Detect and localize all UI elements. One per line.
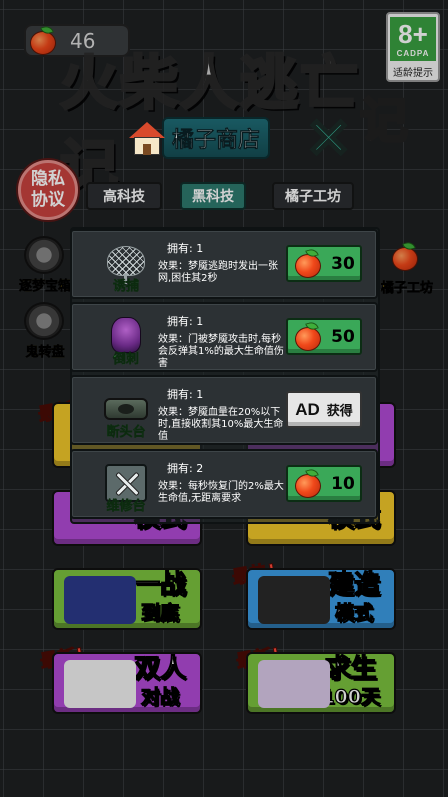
watch-ad-button[interactable]: AD 获得 [286, 391, 362, 428]
shop-item-guillotine: 断头台 拥有: 1 效果：梦魇血量在20%以下时,直接收割其10%最大生命值 A… [70, 375, 378, 445]
mode-button-two-player[interactable]: 双人 对战 [52, 652, 202, 714]
mode-button-build[interactable]: 建造 模式 [246, 568, 396, 630]
shop-item-desc: 效果：每秒恢复门的2%最大生命值,无距离要求 [158, 481, 284, 504]
shop-item-name: 维修台 [106, 499, 146, 515]
mode-art [258, 660, 330, 708]
price: 50 [331, 326, 355, 347]
shop-item-name: 诱捕 [112, 279, 140, 295]
shop-item-desc: 效果：梦魇逃跑时发出一张网,困住其2秒 [158, 261, 278, 284]
buy-button[interactable]: 10 [286, 465, 362, 502]
shop-title: 橘子商店 [162, 117, 271, 159]
shop-item-repair-station: 维修台 拥有: 2 效果：每秒恢复门的2%最大生命值,无距离要求 10 [70, 449, 378, 519]
shop-item-trap: 诱捕 拥有: 1 效果：梦魇逃跑时发出一张网,困住其2秒 30 [70, 229, 378, 299]
privacy-policy-button[interactable]: 隐私 协议 [18, 160, 78, 220]
mode-label: 双人 对战 [133, 654, 186, 708]
shop-item-owned: 拥有: 2 [167, 462, 204, 475]
logo-x-mark: ✕ [304, 109, 352, 169]
side-item-label: 橘子工坊 [380, 281, 434, 297]
shop-item-desc: 效果：门被梦魇攻击时,每秒会反弹其1%的最大生命值伤害 [158, 334, 284, 369]
shop-banner: 橘子商店 [128, 116, 298, 160]
mode-label: 建造 模式 [327, 570, 380, 624]
shop-item-owned: 拥有: 1 [167, 242, 204, 255]
ad-action-label: 获得 [326, 404, 353, 419]
tab-orange-workshop[interactable]: 橘子工坊 [272, 182, 354, 210]
mode-art [64, 660, 136, 708]
shop-item-name: 断头台 [106, 425, 146, 441]
buy-button[interactable]: 50 [286, 318, 362, 355]
dream-chest-icon [24, 236, 64, 274]
buy-button[interactable]: 30 [286, 245, 362, 282]
orange-icon [390, 240, 420, 272]
ad-label: AD [295, 399, 320, 419]
tab-black-tech[interactable]: 黑科技 [180, 182, 246, 210]
price: 30 [331, 253, 355, 274]
tab-high-tech[interactable]: 高科技 [86, 182, 162, 210]
shop-house-icon [128, 119, 166, 157]
orange-icon [293, 247, 323, 279]
shop-item-desc: 效果：梦魇血量在20%以下时,直接收割其10%最大生命值 [158, 407, 284, 442]
logo-flourish: 记 [358, 95, 409, 148]
mode-label: 一战 到底 [133, 570, 186, 624]
mode-button-fight-to-end[interactable]: 一战 到底 [52, 568, 202, 630]
mode-art [64, 576, 136, 624]
shop-item-name: 倒刺 [112, 352, 140, 368]
orange-icon [293, 467, 323, 499]
shop-item-barb: 倒刺 拥有: 1 效果：门被梦魇攻击时,每秒会反弹其1%的最大生命值伤害 50 [70, 302, 378, 372]
price: 10 [331, 473, 355, 494]
orange-icon [28, 24, 58, 56]
orange-icon [293, 320, 323, 352]
shop-item-owned: 拥有: 1 [167, 315, 204, 328]
mode-art [258, 576, 330, 624]
shop-item-owned: 拥有: 1 [167, 388, 204, 401]
shop-tabs: 高科技 黑科技 橘子工坊 [86, 182, 354, 212]
side-item-orange-workshop[interactable]: 橘子工坊 [372, 236, 442, 296]
mode-label: 求生 100天 [321, 654, 381, 708]
ghost-wheel-icon [24, 302, 64, 340]
mode-button-survive-100-days[interactable]: 求生 100天 [246, 652, 396, 714]
